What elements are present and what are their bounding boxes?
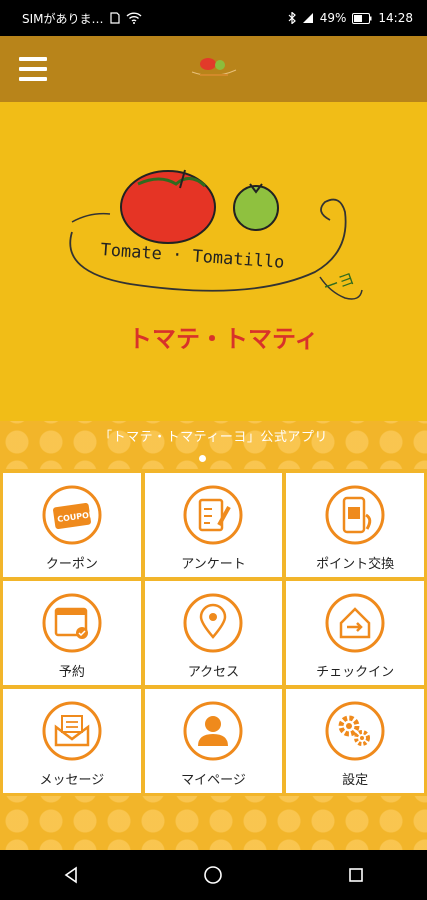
map-pin-icon [183,593,243,653]
battery-percent: 49% [319,11,347,25]
back-icon[interactable] [56,860,86,890]
coupon-button[interactable]: COUPON クーポン [3,473,141,577]
battery-icon [352,12,372,24]
wifi-icon [126,12,142,24]
clock: 14:28 [378,11,413,25]
access-label: アクセス [187,665,240,680]
status-bar: SIMがありま… 49% 14:28 [0,0,427,36]
point-exchange-button[interactable]: ポイント交換 [286,473,424,577]
app-header [0,36,427,102]
coupon-label: クーポン [45,557,98,572]
calendar-icon [42,593,102,653]
recents-icon[interactable] [341,860,371,890]
hero-logo-text-jp: トマテ・トマティ [128,325,319,353]
message-label: メッセージ [39,773,105,788]
checkin-icon [325,593,385,653]
message-button[interactable]: メッセージ [3,689,141,793]
app-caption: 「トマテ・トマティーヨ」公式アプリ [99,430,328,445]
carrier-text: SIMがありま… [22,11,104,26]
hero-logo: Tomate · Tomatillo トマテ・トマティ ーヨ [69,169,363,353]
survey-button[interactable]: アンケート [144,473,283,577]
point-exchange-label: ポイント交換 [316,557,395,572]
point-exchange-icon [325,485,385,545]
reservation-button[interactable]: 予約 [3,581,141,685]
hamburger-icon[interactable] [19,57,47,81]
mypage-button[interactable]: マイページ [144,689,283,793]
message-icon [42,701,102,761]
reservation-label: 予約 [58,665,85,680]
coupon-icon: COUPON [42,485,102,545]
sim-icon [109,12,120,24]
hero-banner: Tomate · Tomatillo トマテ・トマティ ーヨ [0,102,427,421]
footer-band [0,796,427,850]
hero-logo-text-jp-end: ーヨ [320,268,357,297]
access-button[interactable]: アクセス [144,581,283,685]
header-logo [191,58,237,76]
gears-icon [325,701,385,761]
system-nav-bar [0,850,427,900]
menu-grid: COUPON クーポン アンケート ポイント交換 予約 アクセス チェックイン … [0,469,427,796]
survey-icon [183,485,243,545]
user-icon [183,701,243,761]
home-icon[interactable] [198,860,228,890]
survey-label: アンケート [181,557,246,572]
signal-icon [302,12,314,24]
checkin-label: チェックイン [316,665,395,680]
carousel-page-indicator[interactable] [199,455,206,462]
mypage-label: マイページ [181,773,246,788]
bluetooth-icon [288,12,296,24]
settings-label: 設定 [342,773,369,788]
checkin-button[interactable]: チェックイン [286,581,424,685]
hero-logo-text-en: Tomate · Tomatillo [100,240,285,273]
settings-button[interactable]: 設定 [286,689,424,793]
